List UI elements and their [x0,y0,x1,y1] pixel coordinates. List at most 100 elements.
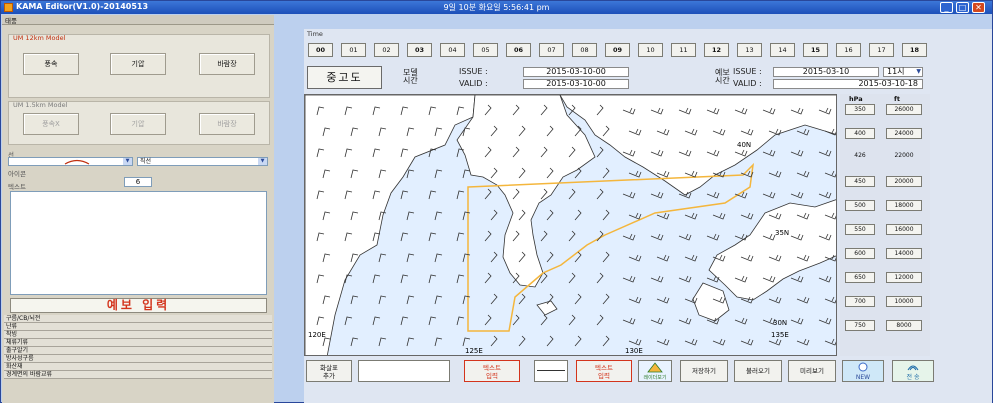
hour-button-00[interactable]: 00 [308,43,333,57]
wind-barb [824,170,836,178]
hour-button-10[interactable]: 10 [638,43,663,57]
radar-view-button[interactable]: 레이더보기 [638,360,672,382]
level-ft-10000[interactable]: 10000 [886,296,922,307]
level-hpa-400[interactable]: 400 [845,128,875,139]
wind-barb [378,337,387,347]
front-line-icon [64,159,90,165]
forecast-issue-label: ISSUE : [733,67,762,76]
level-ft-12000[interactable]: 12000 [886,272,922,283]
save-button[interactable]: 저장하기 [680,360,728,382]
wind-barb [428,316,437,326]
level-hpa-500[interactable]: 500 [845,200,875,211]
hour-button-15[interactable]: 15 [803,43,828,57]
map-canvas[interactable]: 40N 35N 30N 135E 120E 125E 130E [305,95,837,356]
level-ft-20000[interactable]: 20000 [886,176,922,187]
menu-item[interactable]: 출구알기 [4,347,272,355]
level-ft-8000[interactable]: 8000 [886,320,922,331]
line-style-combo[interactable]: 직선 ▼ [137,157,268,166]
hour-button-14[interactable]: 14 [770,43,795,57]
um15-wind-field-button[interactable]: 바람장 [199,113,255,135]
add-arrow-button[interactable]: 화살표 추가 [306,360,352,382]
weather-map[interactable]: 40N 35N 30N 135E 120E 125E 130E [304,94,837,356]
level-hpa-650[interactable]: 650 [845,272,875,283]
wind-barb [656,254,670,262]
model-time-label: 모델 시간 [403,68,418,85]
hour-button-04[interactable]: 04 [440,43,465,57]
wind-barb [462,253,471,263]
wind-barb [406,211,415,221]
line-type-combo[interactable]: ▼ [8,157,133,166]
model-issue-label: ISSUE : [459,67,488,76]
level-hpa-350[interactable]: 350 [845,104,875,115]
hour-button-13[interactable]: 13 [737,43,762,57]
menu-item[interactable]: 난류 [4,323,272,331]
arrow-text-field[interactable] [358,360,450,382]
menu-item[interactable]: 화산재 [4,363,272,371]
preview-button[interactable]: 미리보기 [788,360,836,382]
um12-wind-field-button[interactable]: 바람장 [199,53,255,75]
menu-item[interactable]: 구름/CB/뇌전 [4,315,272,323]
wind-barb [574,293,582,305]
um15-title: UM 1.5km Model [13,101,68,109]
um12-pressure-button[interactable]: 기압 [110,53,166,75]
hour-button-08[interactable]: 08 [572,43,597,57]
hour-button-01[interactable]: 01 [341,43,366,57]
close-button[interactable]: ✕ [972,2,985,13]
minimize-button[interactable]: _ [940,2,953,13]
level-hpa-750[interactable]: 750 [845,320,875,331]
wind-barb [790,317,804,325]
hour-button-02[interactable]: 02 [374,43,399,57]
hour-button-11[interactable]: 11 [671,43,696,57]
forecast-input-button[interactable]: 예보 입력 [10,298,267,313]
level-ft-24000[interactable]: 24000 [886,128,922,139]
menu-item[interactable]: 체류기류 [4,339,272,347]
menu-item[interactable]: 방사성구름 [4,355,272,363]
text-input-button-2[interactable]: 텍스트 입력 [576,360,632,382]
wind-barb [656,338,670,346]
lon-label-120e: 120E [308,331,326,339]
model-valid-field[interactable]: 2015-03-10-00 [523,79,629,89]
text-input-area[interactable] [10,191,267,295]
hour-button-06[interactable]: 06 [506,43,531,57]
hour-button-17[interactable]: 17 [869,43,894,57]
lat-label-40n: 40N [737,141,751,149]
level-ft-26000[interactable]: 26000 [886,104,922,115]
um15-pressure-button[interactable]: 기압 [110,113,166,135]
wind-barb [602,293,610,305]
wind-barb [490,209,498,221]
level-hpa-600[interactable]: 600 [845,248,875,259]
hour-button-12[interactable]: 12 [704,43,729,57]
title-bar: KAMA Editor(V1.0)-20140513 9일 10분 화요일 5:… [1,1,992,14]
level-hpa-450[interactable]: 450 [845,176,875,187]
send-button[interactable]: 전 송 [892,360,934,382]
level-ft-14000[interactable]: 14000 [886,248,922,259]
icon-label: 아이콘 [8,170,26,178]
menu-item[interactable]: 착빙 [4,331,272,339]
hour-button-18[interactable]: 18 [902,43,927,57]
level-hpa-700[interactable]: 700 [845,296,875,307]
icon-spinner[interactable]: 6 [124,177,152,187]
wind-barb [518,335,526,347]
level-hpa-550[interactable]: 550 [845,224,875,235]
hour-button-16[interactable]: 16 [836,43,861,57]
level-ft-16000[interactable]: 16000 [886,224,922,235]
um15-wind-speed-button[interactable]: 풍속X [23,113,79,135]
hour-button-03[interactable]: 03 [407,43,432,57]
hour-button-09[interactable]: 09 [605,43,630,57]
maximize-button[interactable]: □ [956,2,969,13]
level-ft-18000[interactable]: 18000 [886,200,922,211]
menu-item[interactable]: 경계면의 바람교류 [4,371,272,379]
forecast-valid-field[interactable]: 2015-03-10-18 [773,79,923,89]
wind-barb [790,149,804,157]
notice-button[interactable]: 중고도 [307,66,382,89]
forecast-hour-combo[interactable]: 11시 ▼ [883,67,923,77]
hour-button-07[interactable]: 07 [539,43,564,57]
model-issue-field[interactable]: 2015-03-10-00 [523,67,629,77]
hour-button-05[interactable]: 05 [473,43,498,57]
text-input-button-1[interactable]: 텍스트 입력 [464,360,520,382]
forecast-issue-field[interactable]: 2015-03-10 [773,67,879,77]
new-button[interactable]: NEW [842,360,884,382]
um12-wind-speed-button[interactable]: 풍속 [23,53,79,75]
wind-barb [796,128,810,136]
load-button[interactable]: 불러오기 [734,360,782,382]
